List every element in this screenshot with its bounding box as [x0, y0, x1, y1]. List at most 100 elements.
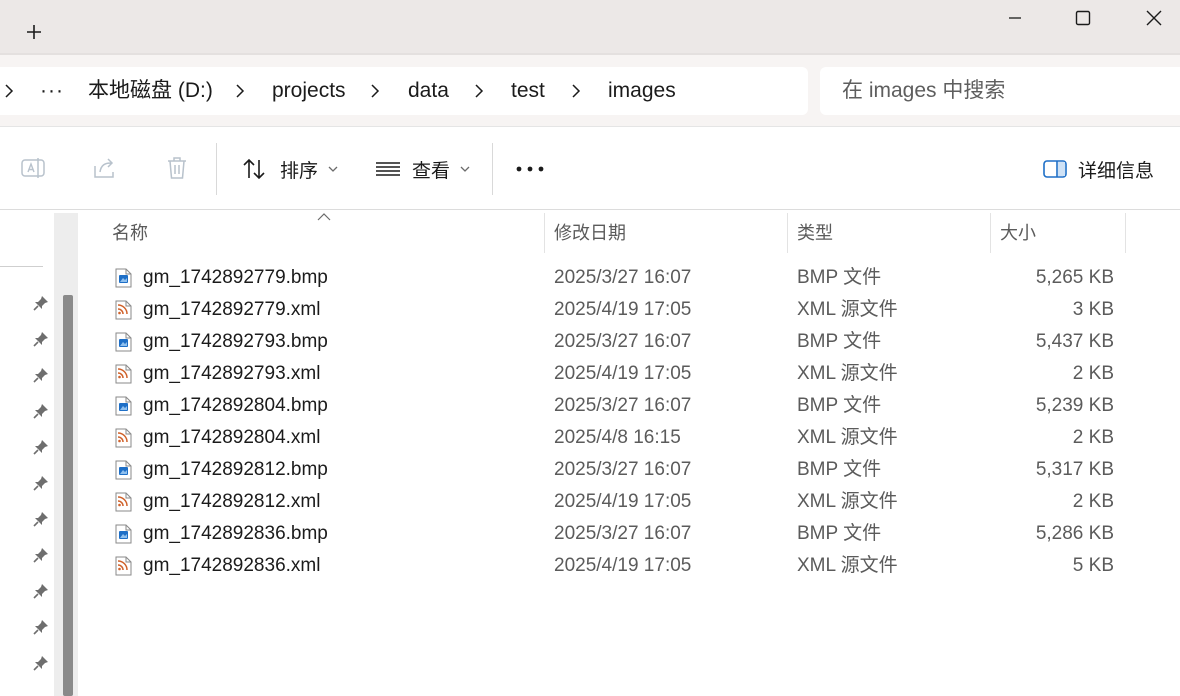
rename-button[interactable]	[18, 153, 48, 183]
xml-file-icon	[115, 492, 132, 512]
sort-icon	[243, 158, 265, 180]
pin-icon[interactable]	[32, 330, 50, 348]
file-name: gm_1742892804.xml	[143, 427, 321, 448]
column-header-name[interactable]: 名称	[112, 213, 148, 253]
file-list: 名称 修改日期 类型 大小 gm_1742892779.bmp 2025/3/27…	[80, 213, 1180, 696]
breadcrumb-more-button[interactable]: ···	[40, 67, 64, 115]
file-type: XML 源文件	[797, 427, 898, 448]
file-size: 5,265 KB	[1035, 267, 1114, 288]
more-options-button[interactable]	[514, 149, 546, 189]
sort-label: 排序	[280, 160, 319, 182]
delete-button[interactable]	[162, 153, 192, 183]
file-size: 5,437 KB	[1035, 331, 1114, 352]
minimize-button[interactable]	[985, 0, 1045, 36]
navigation-divider	[0, 266, 43, 267]
xml-file-icon	[115, 300, 132, 320]
view-label: 查看	[412, 160, 451, 182]
bmp-file-icon	[115, 396, 132, 416]
column-header-size[interactable]: 大小	[1000, 213, 1036, 253]
file-type: XML 源文件	[797, 363, 898, 384]
navigation-pane[interactable]	[0, 213, 60, 696]
minimize-icon	[1009, 17, 1021, 19]
file-row[interactable]: gm_1742892804.bmp 2025/3/27 16:07 BMP 文件 5,…	[80, 390, 1180, 422]
file-row[interactable]: gm_1742892793.xml 2025/4/19 17:05 XML 源文件 2…	[80, 358, 1180, 390]
chevron-right-icon[interactable]	[472, 83, 486, 99]
file-type: BMP 文件	[797, 523, 882, 544]
file-row[interactable]: gm_1742892812.xml 2025/4/19 17:05 XML 源文件 2…	[80, 486, 1180, 518]
pin-icon[interactable]	[32, 474, 50, 492]
pin-icon[interactable]	[32, 582, 50, 600]
pin-icon[interactable]	[32, 438, 50, 456]
file-name: gm_1742892793.xml	[143, 363, 321, 384]
file-size: 5 KB	[1072, 555, 1114, 576]
file-row[interactable]: gm_1742892779.bmp 2025/3/27 16:07 BMP 文件 5,…	[80, 262, 1180, 294]
column-header-type[interactable]: 类型	[797, 213, 833, 253]
pin-icon[interactable]	[32, 618, 50, 636]
file-modified-date: 2025/4/8 16:15	[554, 427, 681, 448]
maximize-icon	[1075, 10, 1091, 26]
search-input[interactable]: 在 images 中搜索	[820, 67, 1180, 115]
share-button[interactable]	[90, 153, 120, 183]
details-pane-icon	[1043, 160, 1067, 178]
file-type: BMP 文件	[797, 459, 882, 480]
file-size: 5,239 KB	[1035, 395, 1114, 416]
file-modified-date: 2025/4/19 17:05	[554, 299, 692, 320]
file-name: gm_1742892779.xml	[143, 299, 321, 320]
file-row[interactable]: gm_1742892779.xml 2025/4/19 17:05 XML 源文件 3…	[80, 294, 1180, 326]
chevron-right-icon[interactable]	[2, 83, 16, 99]
pin-icon[interactable]	[32, 546, 50, 564]
file-name: gm_1742892836.xml	[143, 555, 321, 576]
breadcrumb-item-images[interactable]: images	[608, 67, 676, 115]
details-pane-button[interactable]: 详细信息	[1042, 149, 1154, 189]
file-type: BMP 文件	[797, 395, 882, 416]
chevron-right-icon[interactable]	[368, 83, 382, 99]
view-button[interactable]: 查看	[374, 149, 470, 189]
navigation-scrollbar-thumb[interactable]	[63, 295, 73, 696]
column-divider[interactable]	[544, 213, 545, 253]
breadcrumb-item-test[interactable]: test	[511, 67, 545, 115]
breadcrumb-item-projects[interactable]: projects	[272, 67, 346, 115]
file-name: gm_1742892793.bmp	[143, 331, 328, 352]
close-button[interactable]	[1124, 0, 1180, 36]
pin-icon[interactable]	[32, 402, 50, 420]
maximize-button[interactable]	[1053, 0, 1113, 36]
file-name: gm_1742892779.bmp	[143, 267, 328, 288]
file-modified-date: 2025/4/19 17:05	[554, 363, 692, 384]
file-type: XML 源文件	[797, 491, 898, 512]
file-size: 2 KB	[1072, 363, 1114, 384]
breadcrumb[interactable]: ··· 本地磁盘 (D:) projects data test images	[0, 67, 808, 115]
share-icon	[94, 158, 114, 178]
chevron-right-icon[interactable]	[569, 83, 583, 99]
breadcrumb-item-drive[interactable]: 本地磁盘 (D:)	[88, 67, 213, 115]
file-row[interactable]: gm_1742892812.bmp 2025/3/27 16:07 BMP 文件 5,…	[80, 454, 1180, 486]
pin-icon[interactable]	[32, 510, 50, 528]
xml-file-icon	[115, 364, 132, 384]
xml-file-icon	[115, 556, 132, 576]
column-divider[interactable]	[990, 213, 991, 253]
file-row[interactable]: gm_1742892804.xml 2025/4/8 16:15 XML 源文件 2 …	[80, 422, 1180, 454]
bmp-file-icon	[115, 332, 132, 352]
column-divider[interactable]	[787, 213, 788, 253]
file-modified-date: 2025/3/27 16:07	[554, 459, 692, 480]
file-row[interactable]: gm_1742892836.bmp 2025/3/27 16:07 BMP 文件 5,…	[80, 518, 1180, 550]
pin-icon[interactable]	[32, 366, 50, 384]
file-row[interactable]: gm_1742892793.bmp 2025/3/27 16:07 BMP 文件 5,…	[80, 326, 1180, 358]
chevron-right-icon[interactable]	[233, 83, 247, 99]
file-type: XML 源文件	[797, 555, 898, 576]
file-row[interactable]: gm_1742892836.xml 2025/4/19 17:05 XML 源文件 5…	[80, 550, 1180, 582]
xml-file-icon	[115, 428, 132, 448]
column-divider[interactable]	[1125, 213, 1126, 253]
column-header-modified[interactable]: 修改日期	[554, 213, 626, 253]
bmp-file-icon	[115, 524, 132, 544]
pin-icon[interactable]	[32, 654, 50, 672]
chevron-down-icon	[460, 166, 470, 172]
pin-icon[interactable]	[32, 294, 50, 312]
bmp-file-icon	[115, 460, 132, 480]
file-size: 2 KB	[1072, 491, 1114, 512]
sort-ascending-icon	[317, 213, 331, 221]
file-type: BMP 文件	[797, 267, 882, 288]
breadcrumb-item-data[interactable]: data	[408, 67, 449, 115]
sort-button[interactable]: 排序	[240, 149, 338, 189]
file-name: gm_1742892812.bmp	[143, 459, 328, 480]
new-tab-button[interactable]	[18, 16, 50, 48]
